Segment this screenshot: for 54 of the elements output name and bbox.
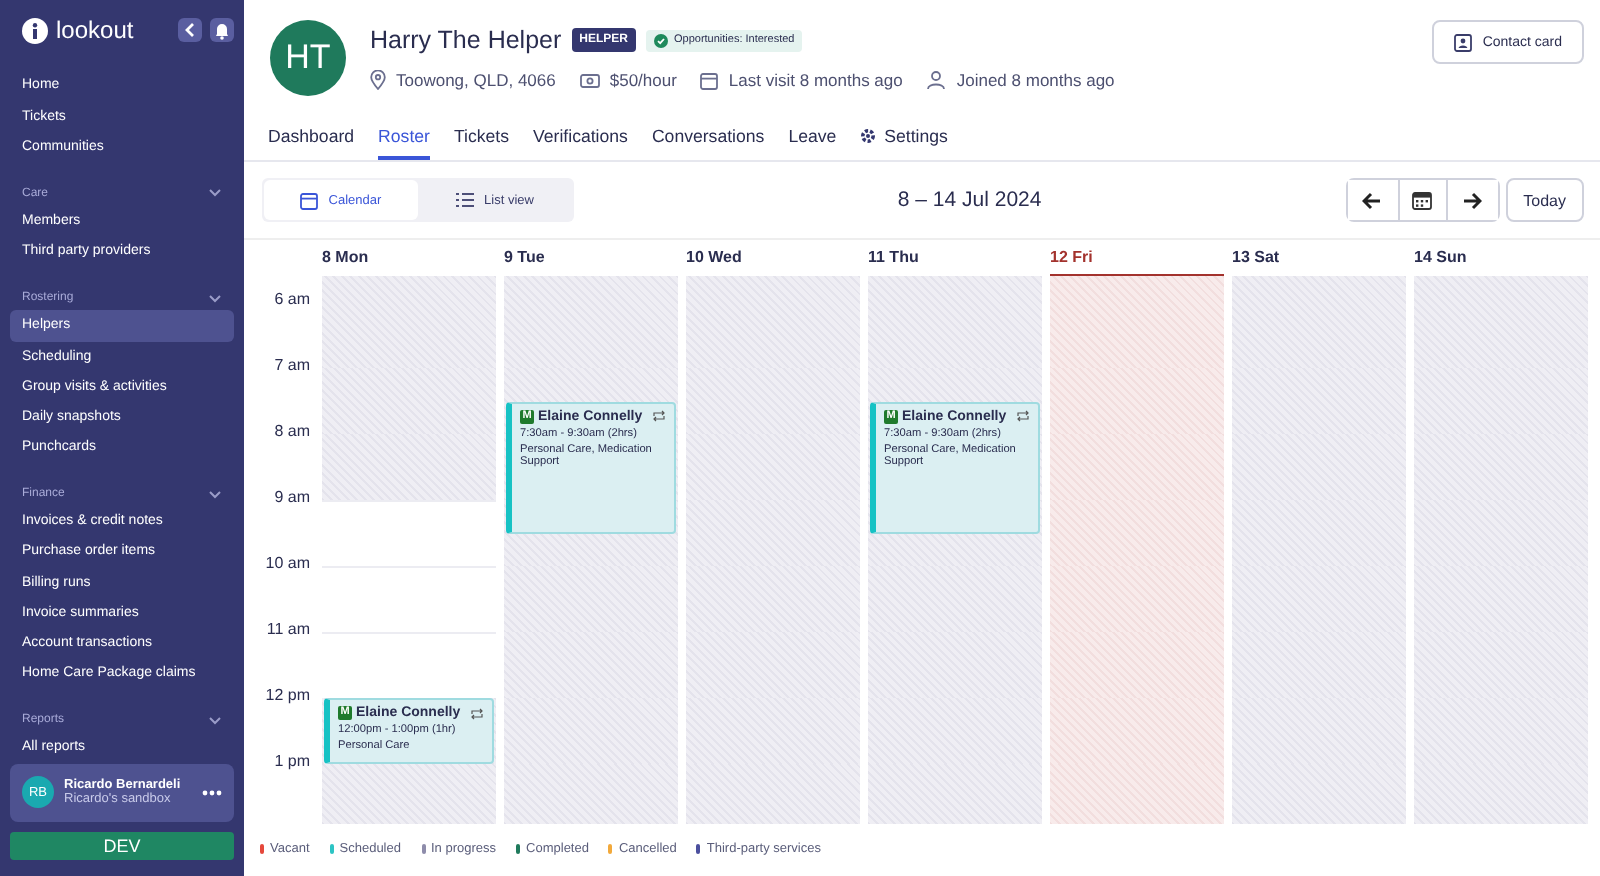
collapse-sidebar-button[interactable] xyxy=(178,18,202,43)
time-label: 9 am xyxy=(274,488,310,507)
chevron-icon[interactable] xyxy=(208,293,222,304)
tab[interactable]: Roster xyxy=(378,110,430,160)
calendar-icon xyxy=(300,191,319,209)
profile-name: Harry The Helper xyxy=(370,26,562,54)
list-icon xyxy=(456,192,475,208)
chevron-icon[interactable] xyxy=(208,489,222,500)
notifications-button[interactable] xyxy=(210,18,234,43)
contact-card-icon xyxy=(1454,33,1473,51)
arrow-right-icon xyxy=(1462,191,1483,209)
time-label: 10 am xyxy=(265,554,310,573)
day-header: 11 Thu xyxy=(868,246,921,270)
tab[interactable]: Tickets xyxy=(453,110,510,160)
calendar-icon xyxy=(700,71,719,89)
chevron-left-icon xyxy=(184,22,196,39)
banknote-icon xyxy=(579,73,600,87)
time-label: 8 am xyxy=(274,422,310,441)
check-circle-icon xyxy=(653,33,668,47)
gear-icon xyxy=(860,127,877,143)
environment-badge: DEV xyxy=(10,832,234,860)
bell-icon xyxy=(214,21,230,40)
time-label: 6 am xyxy=(274,290,310,309)
brand-name: lookout xyxy=(56,16,136,45)
rate-text: $50/hour xyxy=(609,70,677,90)
last-visit-text: Last visit 8 months ago xyxy=(728,70,903,90)
time-label: 11 am xyxy=(266,620,310,639)
time-label: 1 pm xyxy=(274,752,310,771)
tab[interactable]: Leave xyxy=(788,110,837,160)
chevron-icon[interactable] xyxy=(208,715,222,726)
date-picker-button[interactable] xyxy=(1397,180,1448,220)
tab[interactable]: Dashboard xyxy=(268,110,355,160)
location-pin-icon xyxy=(370,70,386,90)
joined-text: Joined 8 months ago xyxy=(956,70,1115,90)
tab[interactable]: Conversations xyxy=(651,110,765,160)
tab[interactable]: Verifications xyxy=(533,110,628,160)
time-label: 12 pm xyxy=(265,686,310,705)
profile-avatar: HT xyxy=(270,20,346,96)
day-header: 9 Tue xyxy=(504,246,547,270)
info-logo-icon xyxy=(22,17,48,44)
day-header: 13 Sat xyxy=(1232,246,1282,270)
date-range: 8 – 14 Jul 2024 xyxy=(895,188,1044,212)
day-header: 10 Wed xyxy=(686,246,744,270)
person-icon xyxy=(926,70,947,90)
arrow-left-icon xyxy=(1362,191,1383,209)
day-header: 14 Sun xyxy=(1414,246,1469,270)
more-icon[interactable] xyxy=(202,789,222,796)
day-header: 8 Mon xyxy=(322,246,371,270)
calendar-icon xyxy=(1412,190,1433,210)
chevron-icon[interactable] xyxy=(208,188,222,199)
tab[interactable]: Settings xyxy=(860,110,948,160)
today-button[interactable]: Today xyxy=(1505,178,1584,222)
location-text: Toowong, QLD, 4066 xyxy=(396,70,556,90)
time-label: 7 am xyxy=(274,356,310,375)
